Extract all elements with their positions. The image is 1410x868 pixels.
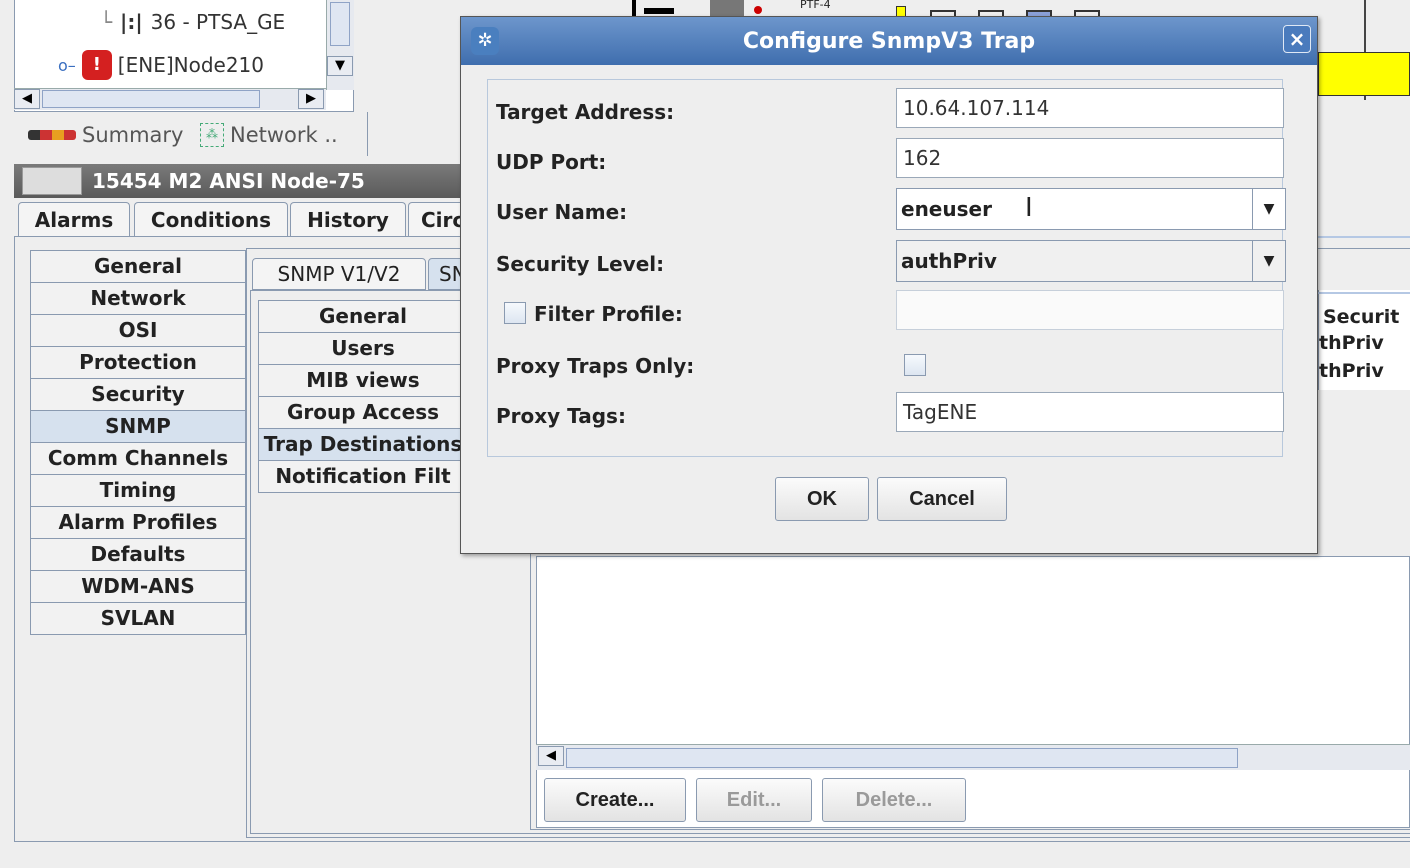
subtab-users[interactable]: Users bbox=[258, 332, 468, 364]
security-level-label: Security Level: bbox=[496, 252, 665, 276]
tree-item-label: 36 - PTSA_GE bbox=[150, 10, 286, 34]
tree-connector-icon: o– bbox=[58, 55, 76, 75]
tree-item-label: [ENE]Node210 bbox=[117, 53, 265, 77]
left-tab-defaults[interactable]: Defaults bbox=[30, 538, 246, 570]
tab-alarms[interactable]: Alarms bbox=[18, 202, 130, 237]
create-button[interactable]: Create... bbox=[544, 778, 686, 822]
close-icon[interactable]: × bbox=[1283, 25, 1311, 53]
scroll-right-icon[interactable]: ▶ bbox=[298, 89, 324, 109]
left-tab-wdm-ans[interactable]: WDM-ANS bbox=[30, 570, 246, 602]
scroll-left-icon[interactable]: ◀ bbox=[14, 89, 40, 109]
ok-button[interactable]: OK bbox=[775, 477, 869, 521]
left-tab-security[interactable]: Security bbox=[30, 378, 246, 410]
subtab-mib-views[interactable]: MIB views bbox=[258, 364, 468, 396]
user-name-combo[interactable]: eneuser I ▼ bbox=[896, 188, 1286, 230]
user-name-value: eneuser bbox=[901, 197, 992, 221]
udp-port-input[interactable]: 162 bbox=[896, 138, 1284, 178]
left-tab-osi[interactable]: OSI bbox=[30, 314, 246, 346]
target-address-input[interactable]: 10.64.107.114 bbox=[896, 88, 1284, 128]
table-hscroll-thumb[interactable] bbox=[566, 748, 1238, 768]
left-tab-timing[interactable]: Timing bbox=[30, 474, 246, 506]
proxy-tags-input[interactable]: TagENE bbox=[896, 392, 1284, 432]
chevron-down-icon[interactable]: ▼ bbox=[1252, 241, 1285, 281]
delete-button[interactable]: Delete... bbox=[822, 778, 966, 822]
port-icon: |:| bbox=[120, 10, 143, 34]
table-row[interactable]: thPriv bbox=[1319, 360, 1384, 382]
security-level-select[interactable]: authPriv ▼ bbox=[896, 240, 1286, 282]
tab-label: Summary bbox=[82, 123, 184, 147]
left-tab-svlan[interactable]: SVLAN bbox=[30, 602, 246, 635]
dialog-title: Configure SnmpV3 Trap bbox=[742, 28, 1036, 54]
node-title-text: 15454 M2 ANSI Node-75 bbox=[92, 169, 365, 193]
node-alarm-icon: ! bbox=[81, 50, 112, 80]
tab-network[interactable]: ⁂ Network .. bbox=[194, 118, 344, 152]
configure-trap-dialog: Configure SnmpV3 Trap ✲ × Target Address… bbox=[460, 16, 1318, 554]
filter-profile-checkbox[interactable] bbox=[504, 302, 526, 324]
snmp-subtabs: General Users MIB views Group Access Tra… bbox=[258, 300, 468, 493]
left-tab-comm-channels[interactable]: Comm Channels bbox=[30, 442, 246, 474]
summary-icon bbox=[28, 130, 76, 140]
node-left-tabs: General Network OSI Protection Security … bbox=[30, 250, 246, 635]
udp-port-label: UDP Port: bbox=[496, 150, 607, 174]
table-top-edge bbox=[1318, 292, 1410, 302]
node-shelf-icon bbox=[22, 167, 82, 195]
proxy-traps-only-checkbox[interactable] bbox=[904, 354, 926, 376]
ptf-label: PTF-4 bbox=[800, 0, 831, 11]
scroll-left-icon[interactable]: ◀ bbox=[538, 746, 564, 766]
chevron-down-icon[interactable]: ▼ bbox=[1252, 189, 1285, 229]
subtab-notification-filters[interactable]: Notification Filt bbox=[258, 460, 468, 493]
filter-profile-label: Filter Profile: bbox=[534, 302, 683, 326]
app-icon: ✲ bbox=[471, 27, 499, 55]
left-tab-snmp[interactable]: SNMP bbox=[30, 410, 246, 442]
left-tab-protection[interactable]: Protection bbox=[30, 346, 246, 378]
tree-scroll-thumb[interactable] bbox=[330, 2, 350, 46]
security-level-value: authPriv bbox=[901, 249, 997, 273]
yellow-status-band bbox=[1318, 52, 1410, 96]
subtab-trap-destinations[interactable]: Trap Destinations bbox=[258, 428, 468, 460]
text-cursor-icon: I bbox=[1025, 193, 1033, 223]
cancel-button[interactable]: Cancel bbox=[877, 477, 1007, 521]
tab-summary[interactable]: Summary bbox=[22, 118, 189, 152]
subtab-general[interactable]: General bbox=[258, 300, 468, 332]
tree-item-ene-node[interactable]: o– ! [ENE]Node210 bbox=[58, 50, 264, 80]
left-tab-network[interactable]: Network bbox=[30, 282, 246, 314]
panel-tabstrip: Summary ⁂ Network .. bbox=[14, 112, 368, 156]
dialog-title-bar[interactable]: Configure SnmpV3 Trap bbox=[461, 17, 1317, 65]
proxy-tags-label: Proxy Tags: bbox=[496, 404, 626, 428]
tab-label: Network .. bbox=[230, 123, 338, 147]
trap-form: Target Address: 10.64.107.114 UDP Port: … bbox=[487, 79, 1286, 457]
left-tab-alarm-profiles[interactable]: Alarm Profiles bbox=[30, 506, 246, 538]
trap-table-partial[interactable]: Securit thPriv thPriv bbox=[1318, 290, 1410, 390]
table-row[interactable]: thPriv bbox=[1319, 332, 1384, 354]
tree-hscroll-thumb[interactable] bbox=[42, 90, 260, 108]
edit-button[interactable]: Edit... bbox=[696, 778, 812, 822]
filter-profile-input[interactable] bbox=[896, 290, 1284, 330]
target-address-label: Target Address: bbox=[496, 100, 675, 124]
scroll-down-icon[interactable]: ▼ bbox=[327, 56, 353, 76]
left-tab-general[interactable]: General bbox=[30, 250, 246, 282]
tab-snmp-v1v2[interactable]: SNMP V1/V2 bbox=[252, 258, 426, 290]
tab-conditions[interactable]: Conditions bbox=[134, 202, 288, 237]
tree-item-ptsa[interactable]: └ |:| 36 - PTSA_GE bbox=[100, 10, 285, 34]
tab-history[interactable]: History bbox=[290, 202, 406, 237]
subtab-group-access[interactable]: Group Access bbox=[258, 396, 468, 428]
proxy-traps-only-label: Proxy Traps Only: bbox=[496, 354, 695, 378]
table-header-security[interactable]: Securit bbox=[1323, 306, 1399, 328]
network-icon: ⁂ bbox=[200, 123, 224, 147]
user-name-label: User Name: bbox=[496, 200, 628, 224]
